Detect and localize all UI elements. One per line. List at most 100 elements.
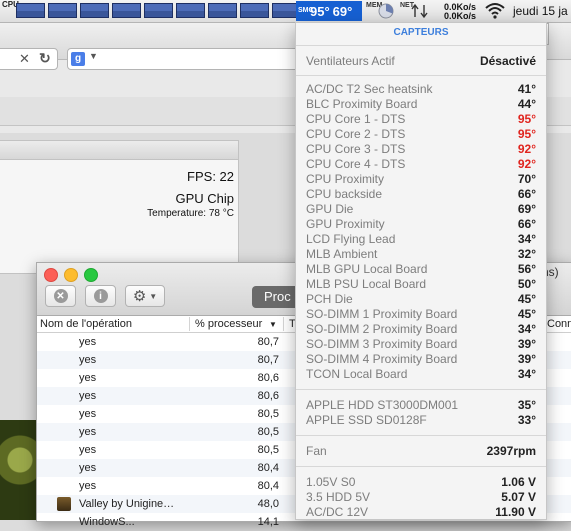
zoom-window-button[interactable] [84,268,98,282]
sensor-name: SO-DIMM 3 Proximity Board [306,337,458,351]
sensor-row[interactable]: SO-DIMM 1 Proximity Board 45° [306,307,536,322]
process-name: yes [79,372,97,384]
sensor-row[interactable]: LCD Flying Lead 34° [306,232,536,247]
gear-icon: ⚙ [132,288,147,305]
sensor-row[interactable]: PCH Die 45° [306,292,536,307]
voltage-value: 1.06 V [501,475,536,489]
info-icon: i [93,289,108,303]
disk-row[interactable]: APPLE HDD ST3000DM001 35° [306,398,536,413]
sensor-row[interactable]: GPU Proximity 66° [306,217,536,232]
gpu-window-titlebar [0,141,238,160]
minimize-window-button[interactable] [64,268,78,282]
stop-loading-icon[interactable]: ✕ [19,51,30,67]
sensor-row[interactable]: SO-DIMM 3 Proximity Board 39° [306,337,536,352]
cpu-history-graphs[interactable] [16,3,301,18]
stop-process-icon: ✕ [53,289,68,303]
sensor-row[interactable]: MLB Ambient 32° [306,247,536,262]
cpu-core-graph [240,3,269,18]
process-name: yes [79,408,97,420]
wifi-icon[interactable] [484,2,506,19]
chevron-down-icon: ▼ [149,291,158,301]
sensor-name: SO-DIMM 1 Proximity Board [306,307,458,321]
sensors-menu-item[interactable]: SMC 95° 69° [296,1,362,21]
process-name: Valley by Unigine… [79,498,175,510]
voltage-row[interactable]: AC/DC 12V 11.90 V [306,505,536,520]
google-search-icon[interactable]: g [71,52,85,66]
cpu-label: CPU [2,0,19,9]
voltage-row[interactable]: 1.05V S0 1.06 V [306,475,536,490]
cpu-core-graph [80,3,109,18]
sensor-row[interactable]: GPU Die 69° [306,202,536,217]
fan-speed-row[interactable]: Fan 2397rpm [306,444,536,459]
sensor-value: 34° [517,232,536,246]
fans-active-row[interactable]: Ventilateurs Actif Désactivé [306,54,536,69]
sensor-name: LCD Flying Lead [306,232,396,246]
sensor-row[interactable]: SO-DIMM 2 Proximity Board 34° [306,322,536,337]
sort-descending-icon: ▼ [269,320,277,329]
reload-icon[interactable]: ↻ [39,50,51,67]
voltage-value: 11.90 V [495,505,536,519]
action-menu-button[interactable]: ⚙ ▼ [125,285,165,307]
sensor-name: MLB Ambient [306,247,378,261]
menu-separator [296,389,546,390]
sensor-row[interactable]: CPU Core 1 - DTS 95° [306,112,536,127]
sensor-value: 66° [517,217,536,231]
process-name: yes [79,480,97,492]
column-header-conns[interactable]: Conns e [547,318,571,330]
sensor-row[interactable]: TCON Local Board 34° [306,367,536,382]
voltage-value: 5.07 V [501,490,536,504]
process-cpu: 80,7 [257,336,279,348]
cpu-core-graph [176,3,205,18]
cpu-core-graph [144,3,173,18]
stop-process-button[interactable]: ✕ [45,285,76,307]
sensor-value: 69° [517,202,536,216]
disk-value: 35° [517,398,536,412]
sensor-row[interactable]: CPU Core 2 - DTS 95° [306,127,536,142]
sensor-row[interactable]: AC/DC T2 Sec heatsink 41° [306,82,536,97]
network-arrows-icon[interactable] [410,3,430,19]
sensor-value: 34° [517,322,536,336]
sensor-value: 70° [517,172,536,186]
sensor-value: 95° [517,112,536,126]
process-cpu: 80,5 [257,426,279,438]
process-name: WindowS... [79,516,135,528]
disk-name: APPLE HDD ST3000DM001 [306,398,459,412]
search-field[interactable]: g ▼ [67,48,307,70]
valley-app-icon [57,497,71,511]
process-cpu: 80,6 [257,372,279,384]
sensor-value: 92° [517,142,536,156]
sensor-row[interactable]: CPU Core 3 - DTS 92° [306,142,536,157]
column-separator [189,317,190,331]
voltage-name: AC/DC 12V [306,505,369,519]
sensor-row[interactable]: BLC Proximity Board 44° [306,97,536,112]
sensor-value: 56° [517,262,536,276]
network-speeds[interactable]: 0.0Ko/s 0.0Ko/s [440,3,476,21]
sensor-row[interactable]: SO-DIMM 4 Proximity Board 39° [306,352,536,367]
voltage-row[interactable]: 3.5 HDD 5V 5.07 V [306,490,536,505]
column-header-name[interactable]: Nom de l'opération [40,318,132,330]
sensor-value: 50° [517,277,536,291]
sensor-row[interactable]: MLB GPU Local Board 56° [306,262,536,277]
memory-pie-icon[interactable] [378,3,394,19]
sensor-name: MLB PSU Local Board [306,277,427,291]
gpu-benchmark-window: FPS: 22 GPU Chip Temperature: 78 °C [0,140,239,274]
sensor-name: CPU Proximity [306,172,385,186]
menu-separator [296,435,546,436]
sensor-name: PCH Die [306,292,353,306]
cpu-core-graph [112,3,141,18]
sensor-name: SO-DIMM 4 Proximity Board [306,352,458,366]
close-window-button[interactable] [44,268,58,282]
sensor-row[interactable]: CPU Core 4 - DTS 92° [306,157,536,172]
sensor-row[interactable]: CPU Proximity 70° [306,172,536,187]
sensor-name: MLB GPU Local Board [306,262,428,276]
url-field[interactable]: ✕ ↻ [0,48,58,70]
process-name: yes [79,354,97,366]
column-header-cpu[interactable]: % processeur [195,318,262,330]
sensor-row[interactable]: MLB PSU Local Board 50° [306,277,536,292]
inspect-process-button[interactable]: i [85,285,116,307]
menu-clock[interactable]: jeudi 15 ja [513,4,568,18]
sensor-row[interactable]: CPU backside 66° [306,187,536,202]
chevron-down-icon[interactable]: ▼ [89,51,98,61]
sensor-name: GPU Die [306,202,354,216]
disk-row[interactable]: APPLE SSD SD0128F 33° [306,413,536,428]
